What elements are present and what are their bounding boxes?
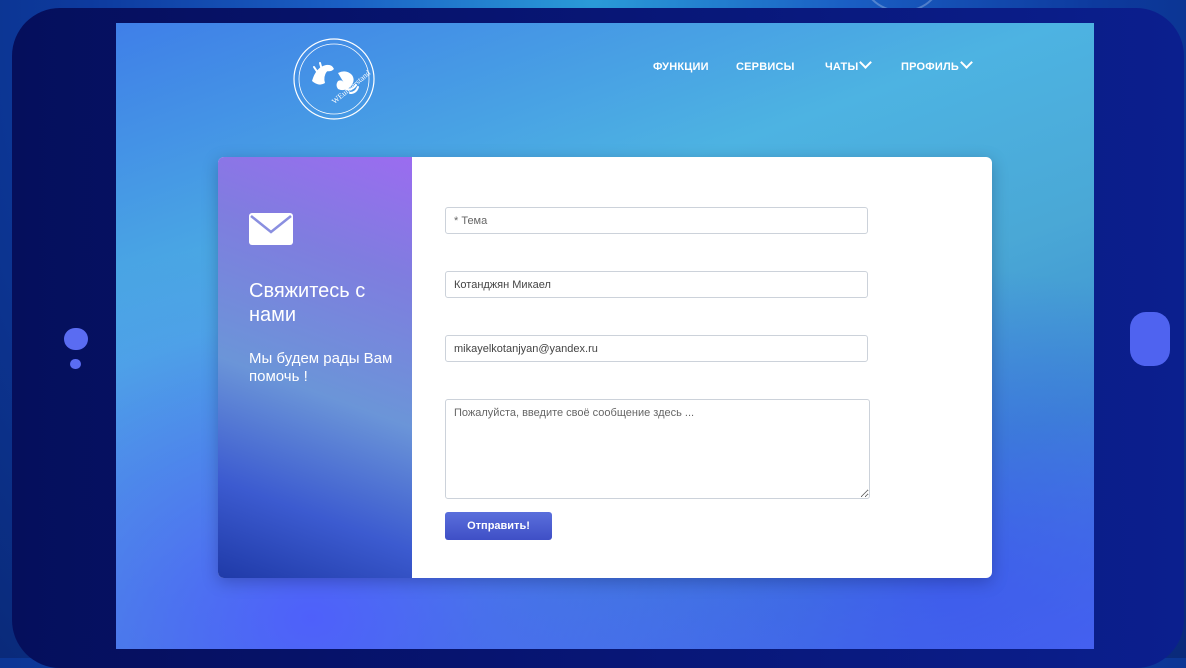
email-input[interactable] <box>445 335 868 362</box>
chevron-down-icon <box>960 56 973 69</box>
chevron-down-icon <box>859 56 873 69</box>
contact-card: Свяжитесь с нами Мы будем рады Вам помоч… <box>218 157 992 578</box>
nav-label: ПРОФИЛЬ <box>901 61 959 73</box>
message-textarea[interactable] <box>445 399 870 499</box>
name-input[interactable] <box>445 271 868 298</box>
nav-label: СЕРВИСЫ <box>736 61 795 73</box>
nav-label: ФУНКЦИИ <box>653 61 709 73</box>
nav-label: ЧАТЫ <box>825 61 859 73</box>
main-nav: ФУНКЦИИ СЕРВИСЫ ЧАТЫ ПРОФИЛЬ <box>116 56 1094 81</box>
envelope-icon <box>249 213 293 245</box>
contact-subtitle: Мы будем рады Вам помочь ! <box>249 350 393 385</box>
submit-button[interactable]: Отправить! <box>445 512 552 540</box>
nav-item-functions[interactable]: ФУНКЦИИ <box>653 61 709 73</box>
nav-item-profile[interactable]: ПРОФИЛЬ <box>901 56 973 73</box>
camera-dot-small <box>70 359 81 369</box>
contact-panel: Свяжитесь с нами Мы будем рады Вам помоч… <box>218 157 412 578</box>
app-screen: WEunderstand ФУНКЦИИ СЕРВИСЫ ЧАТЫ ПРОФИЛ… <box>116 23 1094 649</box>
home-button[interactable] <box>1130 312 1170 366</box>
contact-title: Свяжитесь с нами <box>249 280 366 326</box>
camera-dot-large <box>64 328 88 350</box>
nav-item-chats[interactable]: ЧАТЫ <box>825 56 873 73</box>
nav-item-services[interactable]: СЕРВИСЫ <box>736 61 795 73</box>
subject-input[interactable] <box>445 207 868 234</box>
